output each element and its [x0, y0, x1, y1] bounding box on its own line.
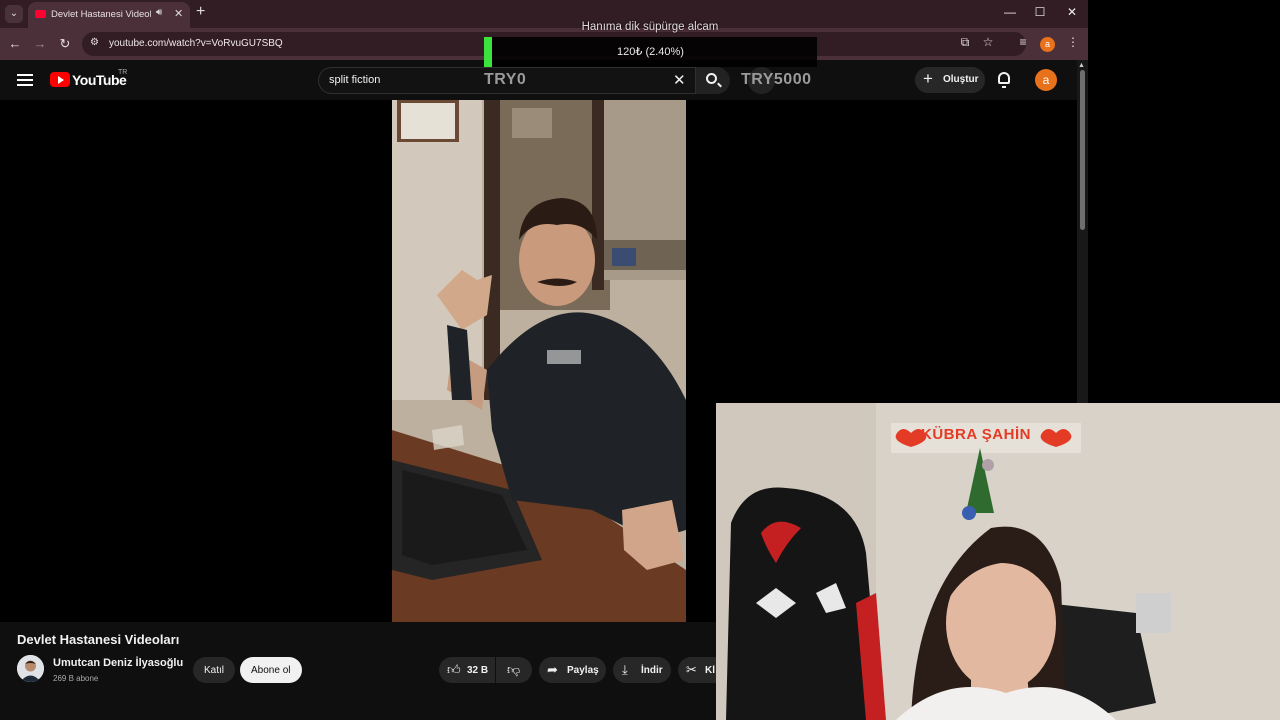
donation-goal-max: TRY5000	[741, 71, 812, 88]
forward-icon[interactable]: →	[32, 36, 48, 51]
minimize-icon[interactable]: —	[1000, 5, 1020, 19]
dislike-button[interactable]: 👎︎	[496, 657, 532, 683]
play-triangle-icon	[58, 76, 64, 84]
bookmark-star-icon[interactable]: ☆	[980, 35, 996, 49]
like-count: 32 B	[467, 665, 489, 676]
subscribe-label: Abone ol	[251, 665, 291, 676]
speaker-icon[interactable]: 🔊︎	[156, 7, 162, 18]
close-tab-icon[interactable]: ✕	[174, 7, 183, 20]
download-label: İndir	[641, 665, 663, 676]
webcam-banner-text: KÜBRA ŞAHİN	[921, 426, 1031, 443]
donation-goal-title: Hanıma dik süpürge alcam	[581, 21, 719, 33]
scroll-thumb[interactable]	[1080, 70, 1085, 230]
join-label: Katıl	[204, 665, 225, 676]
download-button[interactable]: ⤓ İndir	[613, 657, 671, 683]
scissors-icon: ✂	[686, 662, 697, 677]
channel-name[interactable]: Umutcan Deniz İlyasoğlu	[53, 657, 183, 669]
create-button[interactable]: + Oluştur	[915, 67, 985, 93]
share-label: Paylaş	[567, 665, 599, 676]
new-tab-button[interactable]: +	[196, 3, 205, 21]
video-title: Devlet Hastanesi Videoları	[17, 632, 180, 647]
tab-search-button[interactable]: ⌄	[5, 5, 23, 23]
url-text[interactable]: youtube.com/watch?v=VoRvuGU7SBQ	[109, 38, 283, 49]
browser-tab[interactable]: Devlet Hastanesi Videoları 🔊︎ ✕	[28, 2, 190, 28]
channel-avatar-image	[17, 655, 44, 682]
plus-icon: +	[923, 69, 933, 88]
download-icon: ⤓	[622, 662, 628, 677]
reload-icon[interactable]: ↻	[57, 36, 73, 52]
close-window-icon[interactable]: ✕	[1062, 5, 1082, 19]
subscriber-count: 269 B abone	[53, 674, 99, 683]
video-frame[interactable]	[392, 100, 686, 622]
share-arrow-icon: ➦	[547, 662, 558, 677]
search-value[interactable]: split fiction	[329, 74, 380, 86]
donation-goal-min: TRY0	[484, 71, 527, 88]
media-control-icon[interactable]: ≡	[1015, 35, 1031, 49]
cast-icon[interactable]: ⧉	[957, 35, 973, 50]
webcam-overlay	[716, 403, 1280, 720]
thumbs-down-icon: 👎︎	[507, 662, 521, 677]
clip-label: Kl	[705, 665, 715, 676]
search-icon	[706, 73, 717, 84]
scroll-up-arrow-icon[interactable]: ▲	[1078, 62, 1085, 69]
thumbs-up-icon: 👍︎	[447, 662, 461, 677]
region-code: TR	[118, 69, 128, 76]
donation-goal-bar: 120₺ (2.40%)	[484, 37, 817, 67]
create-label: Oluştur	[943, 74, 979, 85]
account-avatar[interactable]: a	[1035, 69, 1057, 91]
hamburger-menu-icon[interactable]	[17, 74, 33, 86]
browser-profile-avatar[interactable]: a	[1040, 37, 1055, 52]
maximize-icon[interactable]: ☐	[1030, 5, 1050, 19]
channel-avatar[interactable]	[17, 655, 44, 682]
share-button[interactable]: ➦ Paylaş	[539, 657, 606, 683]
join-button[interactable]: Katıl	[193, 657, 235, 683]
notifications-bell-icon[interactable]	[998, 72, 1010, 88]
donation-progress-text: 120₺ (2.40%)	[617, 46, 684, 58]
youtube-favicon-icon	[35, 10, 46, 18]
site-info-icon[interactable]: ⚙	[90, 37, 99, 48]
search-button[interactable]	[696, 67, 730, 94]
subscribe-button[interactable]: Abone ol	[240, 657, 302, 683]
like-button[interactable]: 👍︎ 32 B	[439, 657, 495, 683]
clear-search-icon[interactable]: ✕	[673, 71, 686, 89]
video-still-image	[392, 100, 686, 622]
back-icon[interactable]: ←	[7, 36, 23, 51]
menu-kebab-icon[interactable]: ⋮	[1065, 35, 1081, 49]
tab-title: Devlet Hastanesi Videoları	[51, 9, 151, 20]
browser-tab-bar: ⌄ Devlet Hastanesi Videoları 🔊︎ ✕ + — ☐ …	[0, 0, 1088, 28]
webcam-image	[716, 403, 1280, 720]
